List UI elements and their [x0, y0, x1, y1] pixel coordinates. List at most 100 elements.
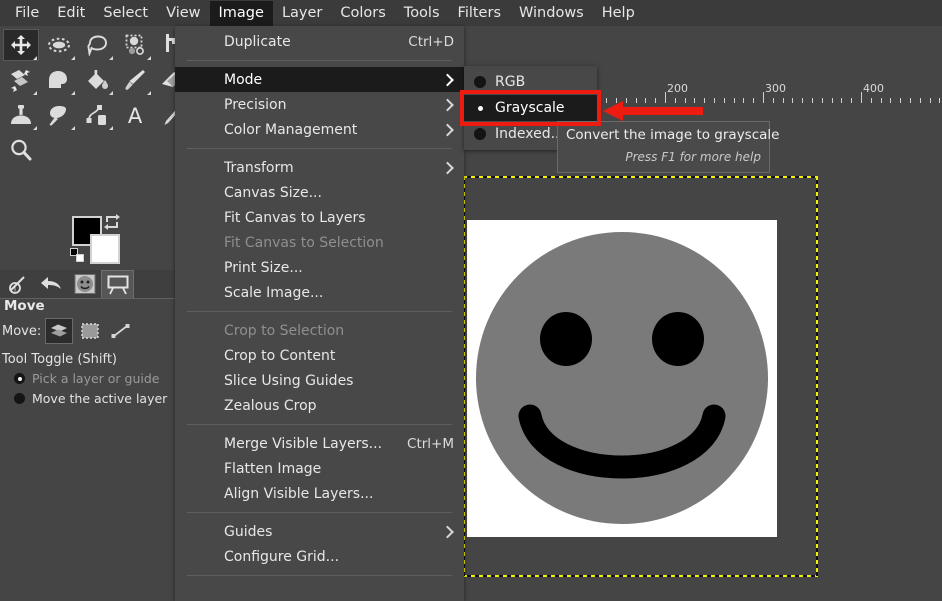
menu-item-label: Fit Canvas to Selection — [224, 234, 384, 251]
annotation-arrow — [603, 101, 703, 121]
menu-item-label: Precision — [224, 96, 287, 113]
unified-transform-icon — [10, 70, 30, 92]
menu-item-label: Crop to Selection — [224, 322, 345, 339]
menubar-item-file[interactable]: File — [6, 1, 48, 26]
menu-item-flatten-image[interactable]: Flatten Image — [175, 456, 464, 481]
menu-item-crop-to-content[interactable]: Crop to Content — [175, 343, 464, 368]
tool-options-panel: Move Move: Tool Toggle (Shift) Pick a la… — [0, 298, 175, 408]
menu-item-align-visible-layers[interactable]: Align Visible Layers... — [175, 481, 464, 506]
tool-options-title: Move — [4, 298, 45, 314]
menu-item-color-management[interactable]: Color Management — [175, 117, 464, 142]
tool-triangle-icon — [33, 91, 37, 95]
mode-item-grayscale[interactable]: Grayscale — [464, 95, 597, 121]
free-select-tool[interactable] — [79, 29, 115, 61]
tool-options-tab[interactable] — [101, 270, 134, 298]
clone-icon — [11, 105, 31, 124]
menu-item-print-size[interactable]: Print Size... — [175, 255, 464, 280]
toggle-option-move-layer[interactable]: Move the active layer — [14, 391, 167, 406]
move-selection-mode-button[interactable] — [76, 318, 104, 344]
menu-item-crop-to-selection: Crop to Selection — [175, 318, 464, 343]
paintbrush-tool[interactable] — [117, 64, 153, 96]
menu-item-duplicate[interactable]: Duplicate Ctrl+D — [175, 29, 464, 54]
submenu-arrow-icon — [441, 123, 454, 136]
move-layer-mode-button[interactable] — [45, 318, 74, 344]
move-tool[interactable] — [3, 29, 39, 61]
paths-tool[interactable] — [79, 99, 115, 131]
menubar-item-select[interactable]: Select — [94, 1, 157, 26]
menu-item-label: Fit Canvas to Layers — [224, 209, 366, 226]
submenu-arrow-icon — [441, 73, 454, 86]
menu-item-precision[interactable]: Precision — [175, 92, 464, 117]
unified-transform-tool[interactable] — [3, 64, 39, 96]
paintbrush-icon — [125, 70, 145, 90]
reset-white-icon — [76, 254, 84, 262]
toggle-option-pick-layer[interactable]: Pick a layer or guide — [14, 371, 160, 386]
tool-triangle-icon — [109, 56, 113, 60]
menubar-item-layer[interactable]: Layer — [273, 1, 331, 26]
menu-item-label: Crop to Content — [224, 347, 336, 364]
reset-colors-icon[interactable] — [70, 248, 85, 263]
bucket-fill-icon — [88, 70, 108, 89]
path-icon — [111, 324, 130, 338]
bucket-fill-tool[interactable] — [79, 64, 115, 96]
menu-item-guides[interactable]: Guides — [175, 519, 464, 544]
warp-transform-tool[interactable] — [41, 64, 77, 96]
menubar-item-tools[interactable]: Tools — [395, 1, 449, 26]
menu-item-label: Merge Visible Layers... — [224, 435, 383, 452]
undo-history-tab[interactable] — [35, 270, 68, 298]
menubar-item-help[interactable]: Help — [593, 1, 644, 26]
menu-item-label: Align Visible Layers... — [224, 485, 374, 502]
radio-icon — [474, 76, 486, 88]
menubar-item-image[interactable]: Image — [209, 0, 273, 26]
menubar-item-colors[interactable]: Colors — [331, 1, 394, 26]
menu-item-label: Guides — [224, 523, 273, 540]
smudge-tool[interactable] — [41, 99, 77, 131]
tooltip-subtitle: Press F1 for more help — [625, 150, 761, 164]
tooltip-title: Convert the image to grayscale — [566, 127, 780, 143]
menubar-item-edit[interactable]: Edit — [48, 1, 94, 26]
clone-tool[interactable] — [3, 99, 39, 131]
move-path-mode-button[interactable] — [107, 318, 135, 344]
pointer-tab[interactable]: i — [2, 270, 35, 298]
fuzzy-select-tool[interactable] — [117, 29, 153, 61]
tool-triangle-icon — [147, 56, 151, 60]
menubar-item-filters[interactable]: Filters — [449, 1, 510, 26]
menu-item-label: Zealous Crop — [224, 397, 317, 414]
menu-item-mode[interactable]: Mode — [175, 67, 464, 92]
menu-item-merge-visible-layers[interactable]: Merge Visible Layers... Ctrl+M — [175, 431, 464, 456]
menu-item-label: Scale Image... — [224, 284, 324, 301]
tool-triangle-icon — [147, 91, 151, 95]
menubar-item-windows[interactable]: Windows — [510, 1, 593, 26]
zoom-tool[interactable] — [3, 134, 39, 166]
toolbox: A — [0, 26, 183, 161]
images-tab[interactable] — [68, 270, 101, 298]
image-canvas[interactable] — [467, 220, 777, 537]
toggle-option-label: Move the active layer — [32, 391, 168, 406]
ruler-label: 300 — [765, 82, 786, 95]
menu-item-transform[interactable]: Transform — [175, 155, 464, 180]
menu-item-label: Mode — [224, 71, 263, 88]
submenu-arrow-icon — [441, 98, 454, 111]
swap-colors-icon[interactable] — [104, 214, 120, 230]
background-color-swatch[interactable] — [90, 234, 120, 264]
ellipse-select-tool[interactable] — [41, 29, 77, 61]
menu-item-fit-canvas-to-layers[interactable]: Fit Canvas to Layers — [175, 205, 464, 230]
menu-item-zealous-crop[interactable]: Zealous Crop — [175, 393, 464, 418]
menu-item-canvas-size[interactable]: Canvas Size... — [175, 180, 464, 205]
dock-tab-bar: i — [0, 270, 175, 299]
menu-item-scale-image[interactable]: Scale Image... — [175, 280, 464, 305]
menu-separator — [187, 311, 452, 312]
menu-item-fit-canvas-to-selection: Fit Canvas to Selection — [175, 230, 464, 255]
menu-item-slice-using-guides[interactable]: Slice Using Guides — [175, 368, 464, 393]
menu-item-configure-grid[interactable]: Configure Grid... — [175, 544, 464, 569]
menu-item-label: Flatten Image — [224, 460, 322, 477]
menubar-item-view[interactable]: View — [157, 1, 209, 26]
canvas-area[interactable] — [456, 103, 942, 601]
color-area — [0, 212, 175, 274]
text-tool[interactable]: A — [117, 99, 153, 131]
menu-separator — [187, 60, 452, 61]
layers-icon — [51, 324, 68, 337]
mode-item-rgb[interactable]: RGB — [464, 69, 597, 95]
zoom-icon — [11, 139, 32, 161]
menu-separator — [187, 512, 452, 513]
